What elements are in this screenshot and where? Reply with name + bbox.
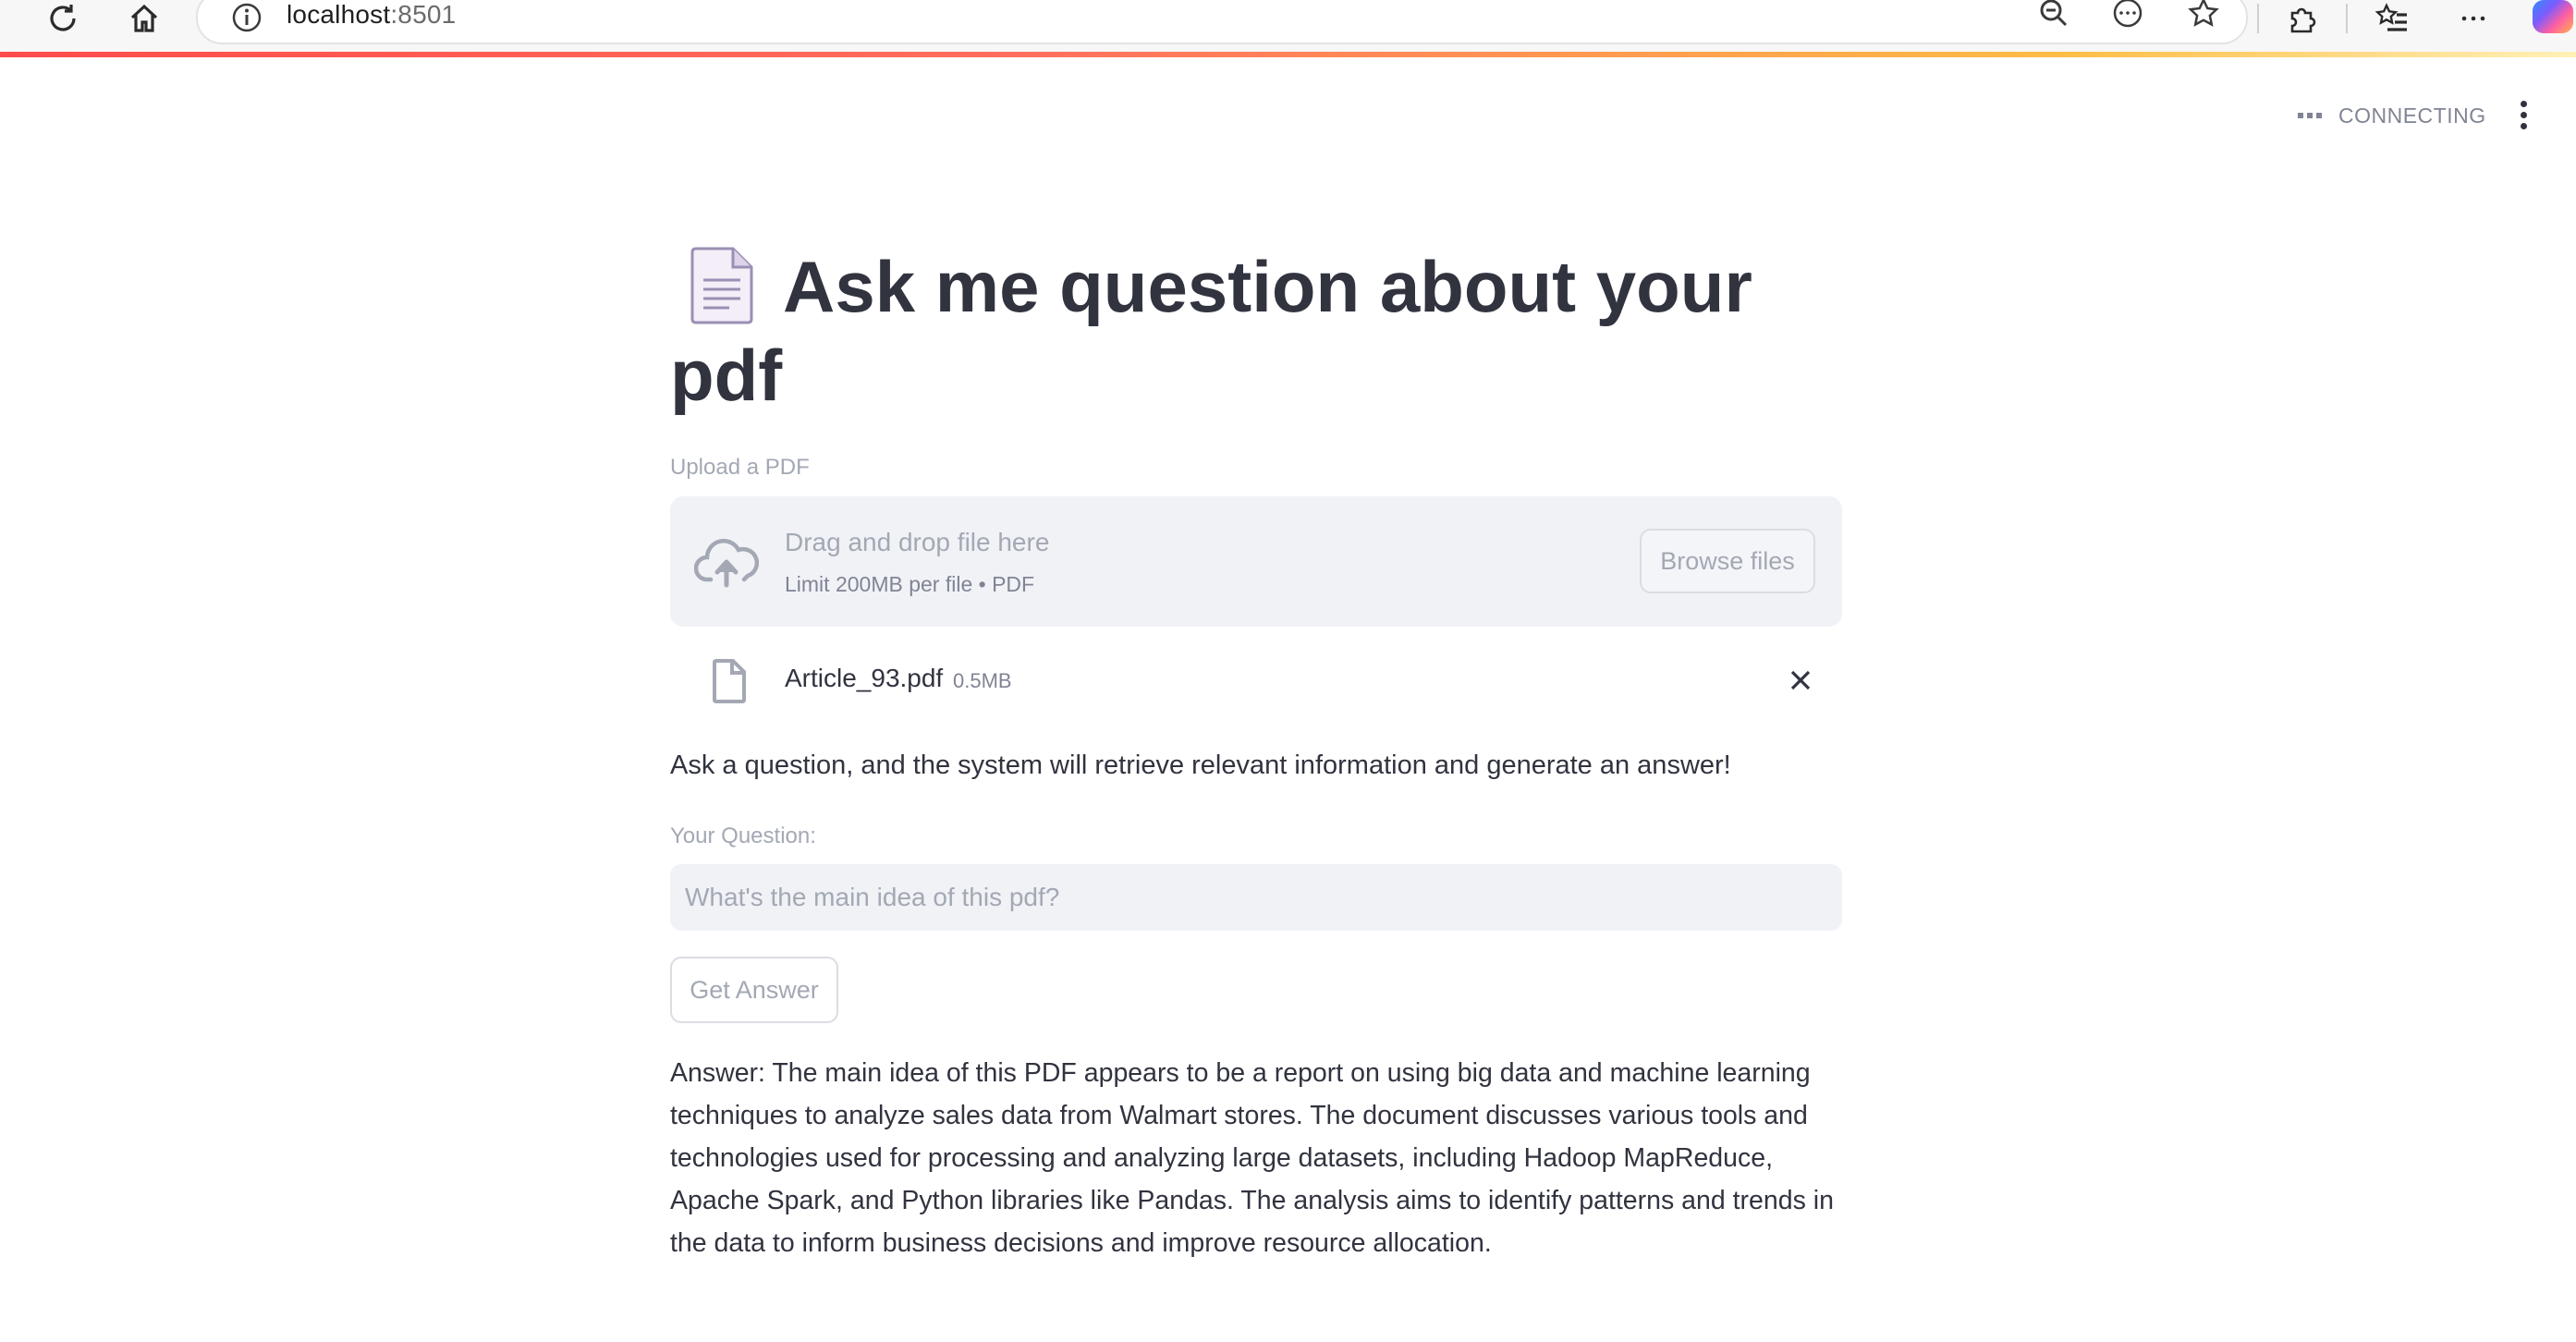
toolbar-separator — [2257, 4, 2259, 33]
copilot-icon[interactable] — [2533, 0, 2573, 33]
page-loading-bar — [0, 52, 2576, 57]
address-bar[interactable]: localhost:8501 — [196, 0, 2248, 44]
page-facing-up-icon — [690, 247, 753, 324]
favorite-star-icon[interactable] — [2183, 0, 2224, 31]
dropzone-limit-text: Limit 200MB per file • PDF — [785, 572, 1035, 596]
favorites-list-icon[interactable] — [2366, 0, 2418, 37]
get-answer-button[interactable]: Get Answer — [670, 957, 838, 1023]
uploaded-file-row: Article_93.pdf 0.5MB — [670, 647, 1842, 714]
main-menu-button[interactable] — [2505, 96, 2542, 133]
site-info-icon[interactable] — [231, 2, 262, 33]
url-port: :8501 — [390, 0, 457, 29]
page-title-text: Ask me question about your pdf — [670, 246, 1752, 416]
answer-text: Answer: The main idea of this PDF appear… — [670, 1058, 1834, 1258]
file-dropzone[interactable]: Drag and drop file here Limit 200MB per … — [670, 496, 1842, 627]
file-icon — [713, 659, 746, 703]
uploaded-file-size: 0.5MB — [953, 669, 1012, 692]
browse-files-button[interactable]: Browse files — [1640, 529, 1815, 593]
toolbar-separator — [2346, 4, 2348, 33]
connection-status: CONNECTING — [2298, 100, 2486, 131]
settings-more-icon[interactable] — [2448, 0, 2499, 37]
browser-toolbar: localhost:8501 — [0, 0, 2576, 52]
url-host: localhost — [287, 0, 391, 29]
cloud-upload-icon — [694, 539, 759, 588]
reload-icon[interactable] — [37, 0, 89, 37]
remove-file-close-icon[interactable] — [1782, 662, 1819, 699]
question-input[interactable] — [670, 864, 1842, 931]
question-label: Your Question: — [670, 824, 816, 848]
uploaded-file-name: Article_93.pdf — [785, 664, 944, 692]
status-text: CONNECTING — [2338, 103, 2486, 128]
zoom-out-icon[interactable] — [2033, 0, 2074, 31]
more-options-circle-icon[interactable] — [2107, 0, 2148, 31]
instructions-text: Ask a question, and the system will retr… — [670, 750, 1731, 780]
page-title: Ask me question about your pdf — [670, 242, 1842, 420]
dropzone-instructions: Drag and drop file here — [785, 528, 1050, 556]
url-text[interactable]: localhost:8501 — [287, 0, 456, 30]
extensions-puzzle-icon[interactable] — [2276, 0, 2327, 37]
status-dots-icon — [2298, 113, 2322, 118]
home-icon[interactable] — [118, 0, 170, 37]
upload-label: Upload a PDF — [670, 455, 810, 480]
